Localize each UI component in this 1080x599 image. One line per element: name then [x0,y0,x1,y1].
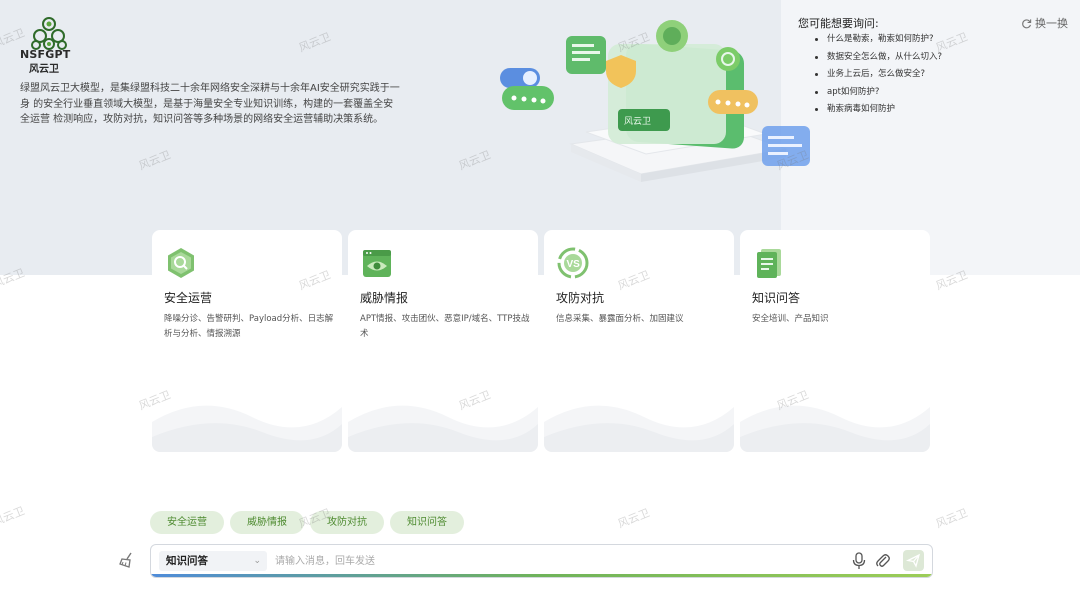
card-security-ops[interactable]: 安全运营 降噪分诊、告警研判、Payload分析、日志解析与分析、情报溯源 [152,230,342,452]
vs-icon: VS [557,247,589,279]
svg-text:风云卫: 风云卫 [624,116,651,126]
watermark: 风云卫 [0,504,27,529]
send-icon [905,553,921,568]
svg-text:VS: VS [567,259,581,270]
suggestion-item[interactable]: 业务上云后，怎么做安全? [815,68,942,86]
card-description: 信息采集、暴露面分析、加固建议 [556,314,684,324]
card-wave-decoration [740,405,930,452]
mode-select[interactable]: 知识问答 ⌄ [159,551,267,571]
suggestion-item[interactable]: 数据安全怎么做，从什么切入? [815,51,942,69]
chip-attack-defense[interactable]: 攻防对抗 [310,511,384,534]
chat-input-bar: 知识问答 ⌄ [150,544,933,578]
hero-illustration: 风云卫 [500,20,810,182]
microphone-icon[interactable] [851,552,867,570]
watermark: 风云卫 [933,506,970,531]
document-icon [757,249,781,278]
refresh-icon [1022,18,1032,28]
card-description: 安全培训、产品知识 [752,314,829,324]
search-hexagon-icon [168,248,194,278]
quick-chips: 安全运营 威胁情报 攻防对抗 知识问答 [150,511,464,534]
page: NSFGPT 风云卫 绿盟风云卫大模型，是集绿盟科技二十余年网络安全深耕与十余年… [0,0,1080,599]
card-title: 攻防对抗 [556,291,605,305]
logo-subtitle: 风云卫 [29,64,59,75]
suggestion-list: 什么是勒索，勒索如何防护? 数据安全怎么做，从什么切入? 业务上云后，怎么做安全… [815,33,942,121]
chip-security-ops[interactable]: 安全运营 [150,511,224,534]
send-button[interactable] [903,550,924,571]
suggestion-item[interactable]: 什么是勒索，勒索如何防护? [815,33,942,51]
suggestion-item[interactable]: apt如何防护? [815,86,942,104]
card-wave-decoration [544,405,734,452]
card-title: 威胁情报 [360,291,409,305]
message-input[interactable] [275,551,835,571]
chevron-down-icon: ⌄ [253,556,261,566]
card-knowledge-qa[interactable]: 知识问答 安全培训、产品知识 [740,230,930,452]
chip-knowledge-qa[interactable]: 知识问答 [390,511,464,534]
refresh-button[interactable]: 换一换 [1021,15,1068,31]
refresh-label: 换一换 [1035,17,1068,30]
card-threat-intel[interactable]: 威胁情报 APT情报、攻击团伙、恶意IP/域名、TTP技战术 [348,230,538,452]
watermark: 风云卫 [615,506,652,531]
eye-window-icon [363,250,391,277]
card-attack-defense[interactable]: VS 攻防对抗 信息采集、暴露面分析、加固建议 [544,230,734,452]
intro-text: 绿盟风云卫大模型，是集绿盟科技二十余年网络安全深耕与十余年AI安全研究实践于一身… [20,83,400,125]
card-description: 降噪分诊、告警研判、Payload分析、日志解析与分析、情报溯源 [164,314,334,339]
feature-cards: 安全运营 降噪分诊、告警研判、Payload分析、日志解析与分析、情报溯源 威胁… [152,230,930,452]
suggestion-item[interactable]: 勒索病毒如何防护 [815,103,942,121]
broom-icon[interactable] [117,550,137,570]
card-title: 知识问答 [752,291,801,305]
card-wave-decoration [348,405,538,452]
card-wave-decoration [152,405,342,452]
chip-threat-intel[interactable]: 威胁情报 [230,511,304,534]
paperclip-icon[interactable] [875,552,891,570]
card-description: APT情报、攻击团伙、恶意IP/域名、TTP技战术 [360,314,530,339]
suggestions-title: 您可能想要询问: [798,17,879,30]
mode-select-value: 知识问答 [166,555,208,567]
card-title: 安全运营 [164,291,213,305]
